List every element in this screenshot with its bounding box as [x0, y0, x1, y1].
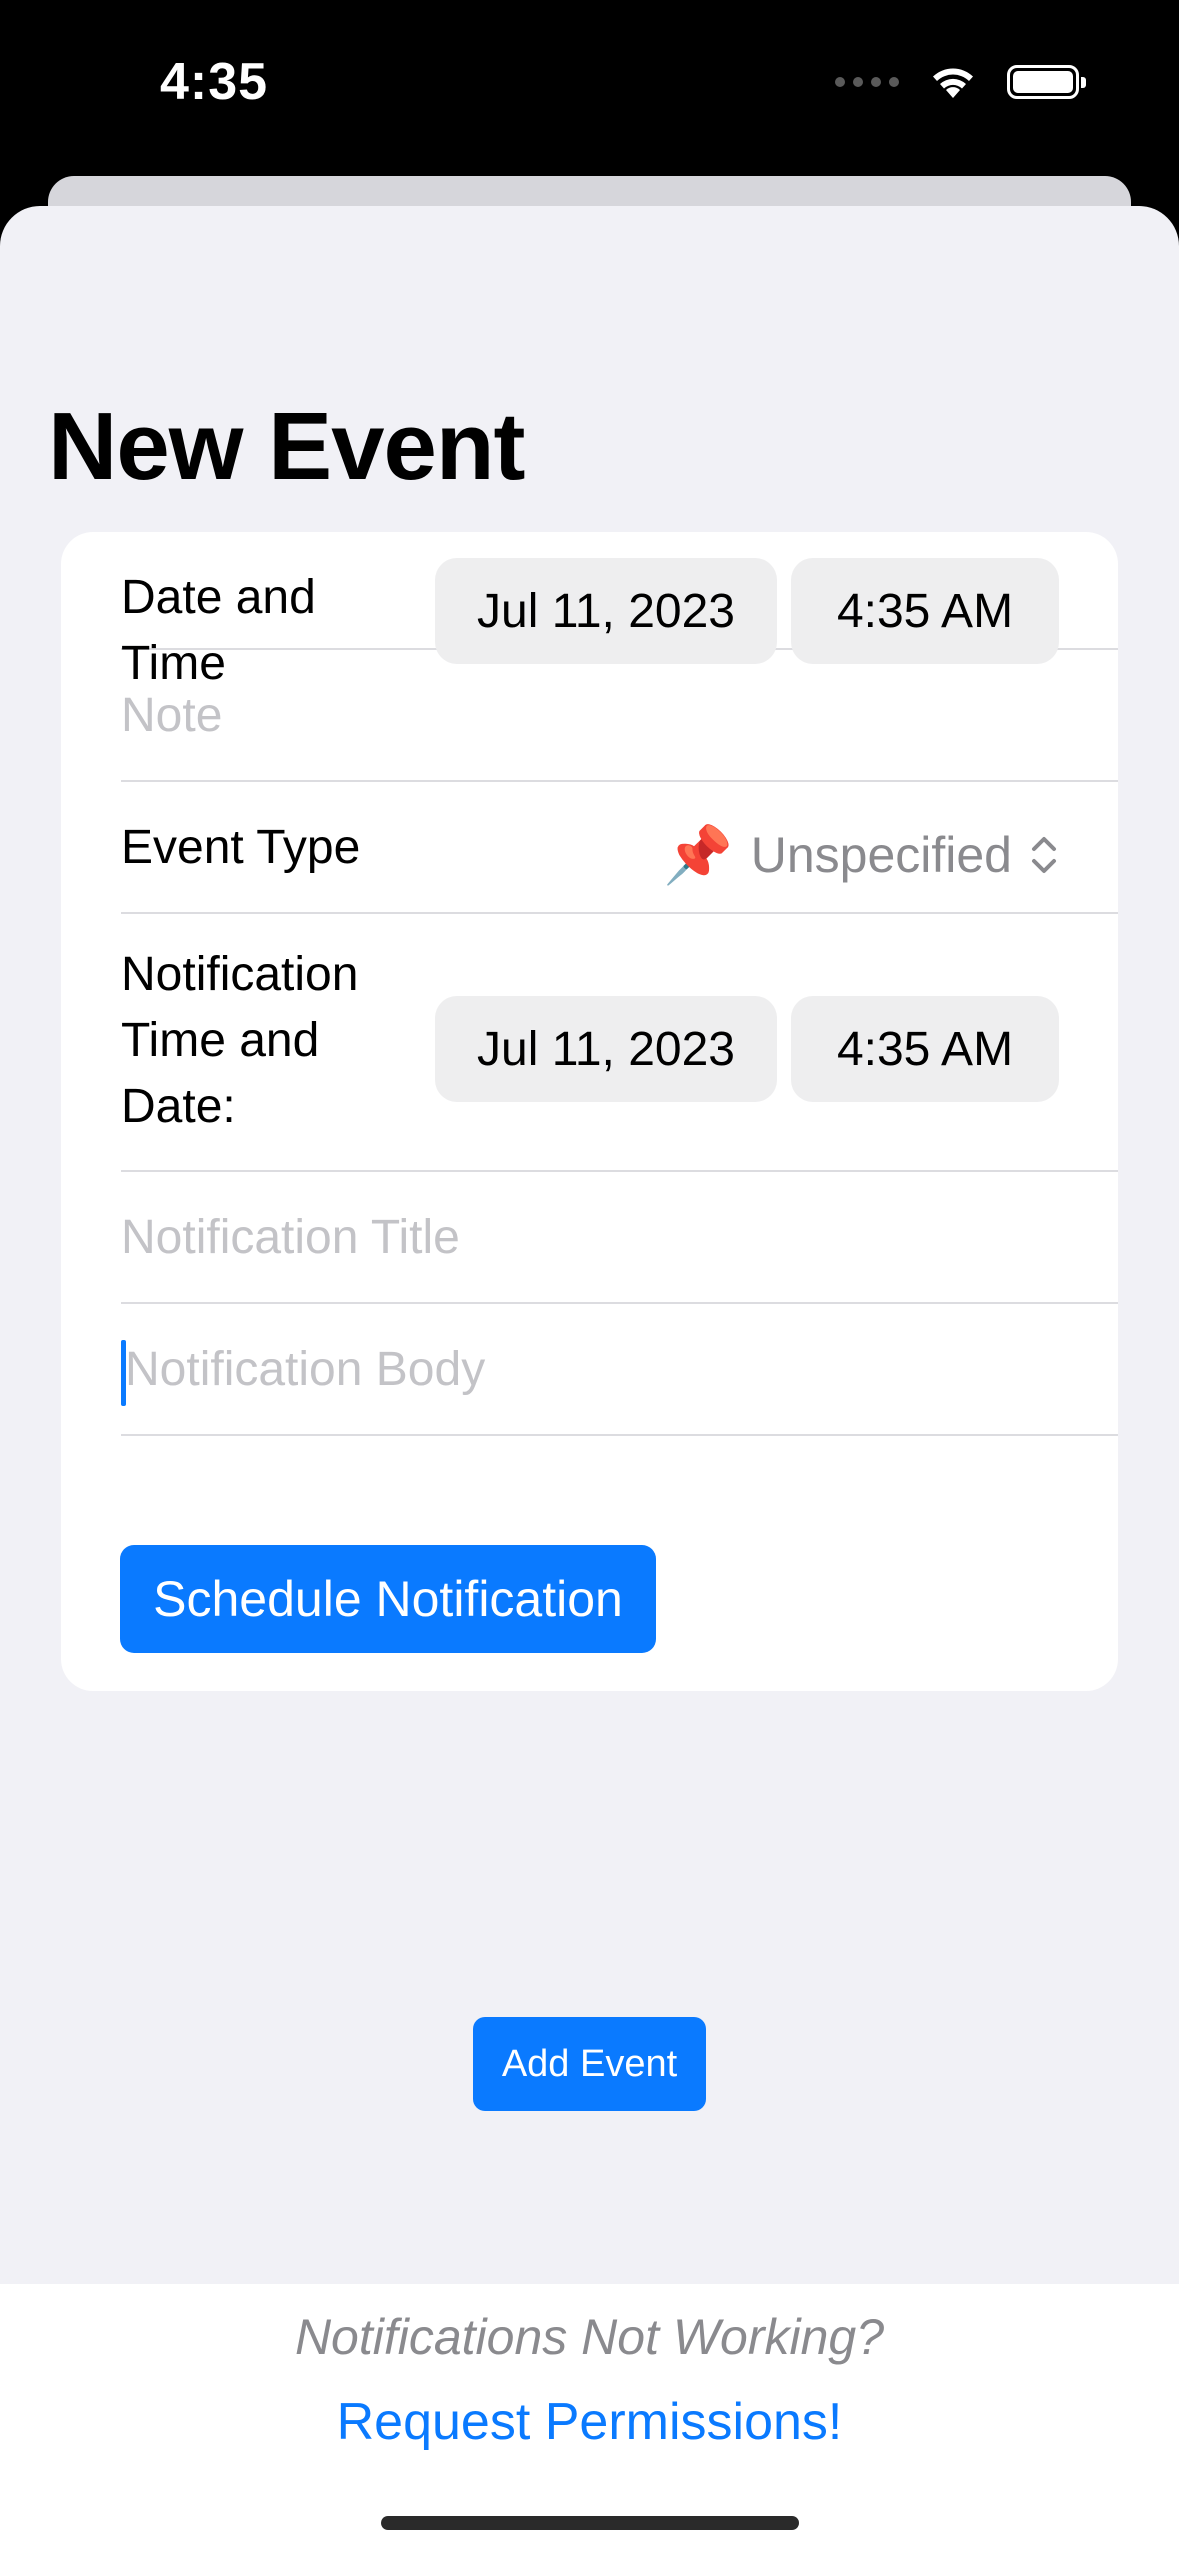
notification-datetime-label: Notification Time and Date:	[121, 948, 359, 1133]
date-picker-button[interactable]: Jul 11, 2023	[435, 558, 777, 664]
battery-icon	[1007, 65, 1086, 99]
date-time-row: Date and Time Jul 11, 2023 4:35 AM	[121, 532, 1118, 690]
event-type-row: Event Type 📌 Unspecified	[121, 782, 1118, 914]
cellular-signal-icon	[835, 77, 899, 87]
notification-time-picker-button[interactable]: 4:35 AM	[791, 996, 1059, 1102]
chevron-up-down-icon	[1032, 837, 1056, 873]
page-title: New Event	[48, 393, 525, 500]
notification-body-row[interactable]: Notification Body	[121, 1304, 1118, 1436]
notification-title-input[interactable]: Notification Title	[121, 1210, 460, 1265]
event-type-value: Unspecified	[750, 827, 1012, 883]
note-row[interactable]: Note	[121, 650, 1118, 782]
notification-date-picker-button[interactable]: Jul 11, 2023	[435, 996, 777, 1102]
notification-body-input[interactable]: Notification Body	[125, 1342, 485, 1397]
notification-datetime-row: Notification Time and Date: Jul 11, 2023…	[121, 914, 1118, 1172]
request-permissions-link[interactable]: Request Permissions!	[0, 2392, 1179, 2452]
event-type-label: Event Type	[121, 821, 361, 874]
notification-title-row[interactable]: Notification Title	[121, 1172, 1118, 1304]
note-input[interactable]: Note	[121, 688, 222, 743]
add-event-button[interactable]: Add Event	[473, 2017, 706, 2111]
wifi-icon	[933, 68, 973, 98]
notifications-not-working-text: Notifications Not Working?	[294, 2309, 885, 2365]
status-bar: 4:35	[0, 0, 1179, 180]
status-icons	[835, 64, 1086, 100]
home-indicator[interactable]	[381, 2516, 799, 2530]
modal-sheet: New Event Date and Time Jul 11, 2023 4:3…	[0, 206, 1179, 2556]
pushpin-icon: 📌	[663, 823, 733, 886]
schedule-notification-button[interactable]: Schedule Notification	[120, 1545, 656, 1653]
status-time: 4:35	[160, 53, 269, 111]
event-type-picker[interactable]: 📌 Unspecified	[663, 822, 1058, 888]
time-picker-button[interactable]: 4:35 AM	[791, 558, 1059, 664]
event-form-card: Date and Time Jul 11, 2023 4:35 AM Note …	[61, 532, 1118, 1691]
